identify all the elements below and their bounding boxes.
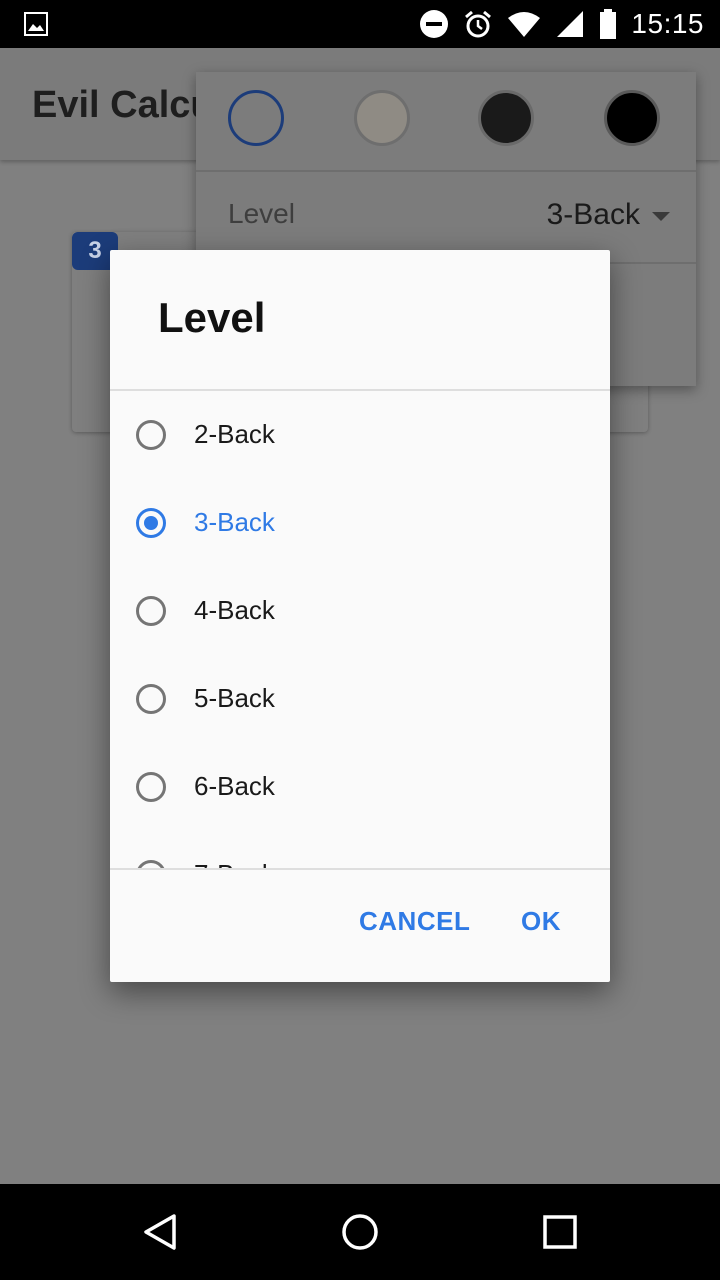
level-dialog: Level 2-Back 3-Back 4-Back 5-Back 6-Back… [110,250,610,982]
status-bar: 15:15 [0,0,720,48]
level-option[interactable]: 6-Back [110,743,610,831]
do-not-disturb-icon [420,10,449,38]
level-option-list[interactable]: 2-Back 3-Back 4-Back 5-Back 6-Back 7-Bac… [110,391,610,868]
back-icon[interactable] [140,1212,180,1252]
level-option[interactable]: 2-Back [110,391,610,479]
radio-button[interactable] [136,772,166,802]
option-label: 2-Back [194,419,275,449]
panel-level-dropdown[interactable]: 3-Back [547,198,640,232]
color-swatch-black[interactable] [604,90,660,146]
option-label: 4-Back [194,595,275,625]
radio-button[interactable] [136,860,166,868]
recents-icon[interactable] [540,1212,580,1252]
option-label: 6-Back [194,771,275,801]
level-option[interactable]: 7-Back [110,831,610,868]
wifi-icon [508,12,541,37]
level-option[interactable]: 5-Back [110,655,610,743]
radio-button[interactable] [136,684,166,714]
image-notification-icon [24,12,48,36]
dropdown-arrow-icon [652,212,670,221]
radio-button[interactable] [136,596,166,626]
navigation-bar [0,1184,720,1280]
color-swatch-dark-gray[interactable] [478,90,534,146]
radio-button[interactable] [136,420,166,450]
radio-button-selected[interactable] [136,508,166,538]
option-label: 3-Back [194,507,275,537]
level-option[interactable]: 3-Back [110,479,610,567]
cell-signal-icon [557,11,584,37]
dialog-title: Level [158,294,266,341]
alarm-icon [465,10,492,38]
cancel-button[interactable]: CANCEL [359,906,470,937]
battery-icon [600,9,617,39]
panel-divider [196,170,696,172]
color-swatch-white[interactable] [228,90,284,146]
app-title: Evil Calcu [32,84,214,126]
home-icon[interactable] [340,1212,380,1252]
ok-button[interactable]: OK [521,906,561,937]
level-option[interactable]: 4-Back [110,567,610,655]
status-time: 15:15 [631,8,704,39]
color-swatch-beige[interactable] [354,90,410,146]
dialog-actions: CANCEL OK [110,870,610,982]
option-label: 5-Back [194,683,275,713]
option-label: 7-Back [194,859,275,868]
panel-level-label: Level [228,198,295,229]
